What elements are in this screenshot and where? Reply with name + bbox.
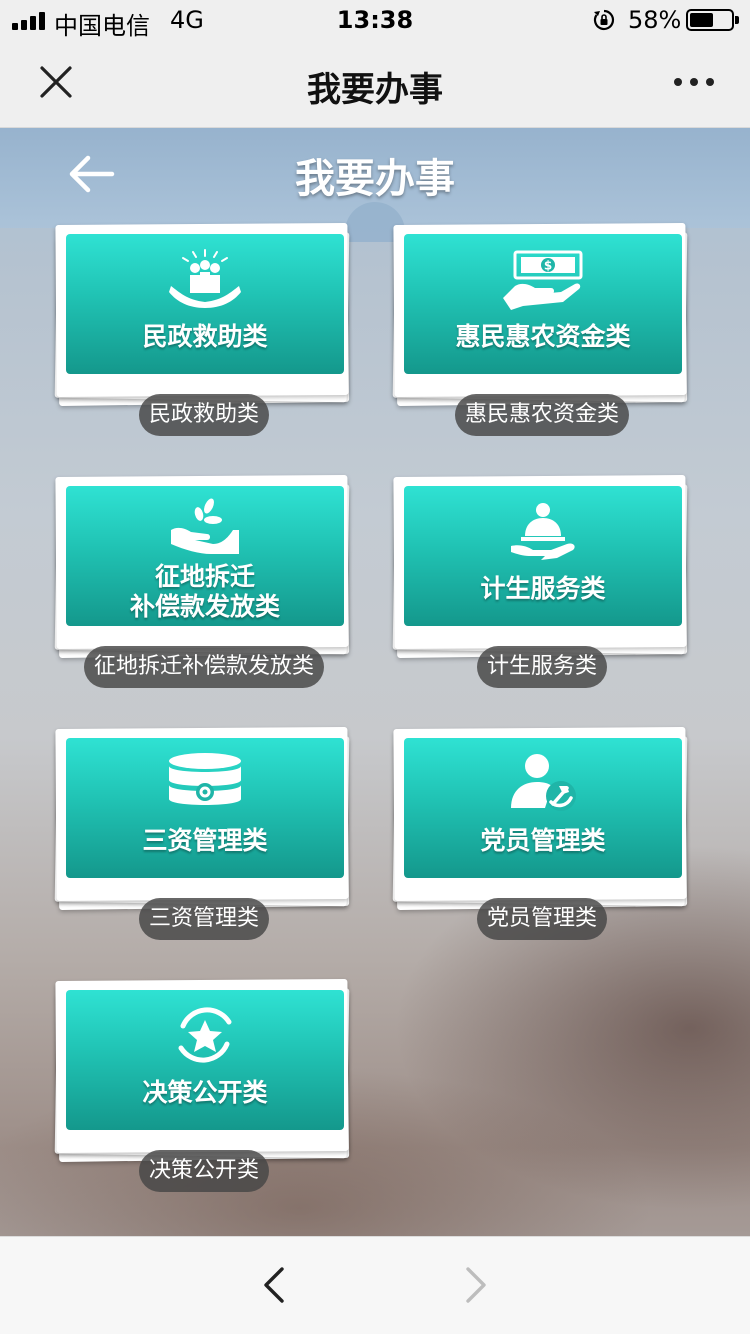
card-tile: 计生服务类 xyxy=(404,486,682,626)
card-label: 决策公开类 xyxy=(142,1078,268,1107)
card-land-compensation[interactable]: 征地拆迁 补偿款发放类 征地拆迁补偿款发放类 xyxy=(54,474,352,688)
card-caption: 决策公开类 xyxy=(138,1150,270,1192)
card-label: 党员管理类 xyxy=(480,826,606,855)
card-caption: 征地拆迁补偿款发放类 xyxy=(83,646,325,688)
card-label: 民政救助类 xyxy=(142,322,268,351)
card-caption: 惠民惠农资金类 xyxy=(454,394,630,436)
card-caption: 党员管理类 xyxy=(476,898,608,940)
card-caption: 三资管理类 xyxy=(138,898,270,940)
service-hand-icon xyxy=(511,503,575,560)
content-area: 我要办事 民政救助类 民政救助类 $ 惠民惠农资金类 惠民惠农资金类 征地拆迁 … xyxy=(0,128,750,1236)
nav-title: 我要办事 xyxy=(307,70,443,110)
bottom-toolbar xyxy=(0,1236,750,1334)
card-label: 征地拆迁 补偿款发放类 xyxy=(66,562,344,622)
card-party-members[interactable]: 党员管理类 党员管理类 xyxy=(392,726,690,940)
forward-icon[interactable] xyxy=(458,1265,494,1305)
card-tile: 党员管理类 xyxy=(404,738,682,878)
page-title: 我要办事 xyxy=(295,156,455,202)
coins-hand-icon xyxy=(171,498,239,554)
card-label-line: 补偿款发放类 xyxy=(129,592,280,621)
card-caption: 民政救助类 xyxy=(138,394,270,436)
card-tile: 决策公开类 xyxy=(66,990,344,1130)
card-label: 惠民惠农资金类 xyxy=(455,322,631,351)
svg-text:$: $ xyxy=(544,259,552,273)
status-bar: 中国电信 4G 13:38 58% xyxy=(0,0,750,40)
card-tile: 三资管理类 xyxy=(66,738,344,878)
database-gear-icon xyxy=(169,753,241,805)
card-label: 三资管理类 xyxy=(142,826,268,855)
nav-bar: 我要办事 xyxy=(0,40,750,128)
card-caption: 计生服务类 xyxy=(476,646,608,688)
battery-percent: 58% xyxy=(628,6,682,34)
civil-aid-icon xyxy=(169,249,241,308)
money-hand-icon: $ xyxy=(503,250,583,310)
card-label-line: 征地拆迁 xyxy=(154,562,255,591)
card-subsidy-funds[interactable]: $ 惠民惠农资金类 惠民惠农资金类 xyxy=(392,222,690,436)
orientation-lock-icon xyxy=(593,9,615,31)
card-civil-aid[interactable]: 民政救助类 民政救助类 xyxy=(54,222,352,436)
star-circle-icon xyxy=(178,1007,232,1063)
card-decision-disclosure[interactable]: 决策公开类 决策公开类 xyxy=(54,978,352,1192)
card-family-planning[interactable]: 计生服务类 计生服务类 xyxy=(392,474,690,688)
more-icon[interactable] xyxy=(674,70,714,94)
card-label: 计生服务类 xyxy=(480,574,606,603)
back-icon[interactable] xyxy=(256,1265,292,1305)
card-three-assets[interactable]: 三资管理类 三资管理类 xyxy=(54,726,352,940)
card-tile: 征地拆迁 补偿款发放类 xyxy=(66,486,344,626)
card-tile: 民政救助类 xyxy=(66,234,344,374)
card-tile: $ 惠民惠农资金类 xyxy=(404,234,682,374)
battery-icon xyxy=(686,9,739,31)
party-member-icon xyxy=(511,754,576,811)
